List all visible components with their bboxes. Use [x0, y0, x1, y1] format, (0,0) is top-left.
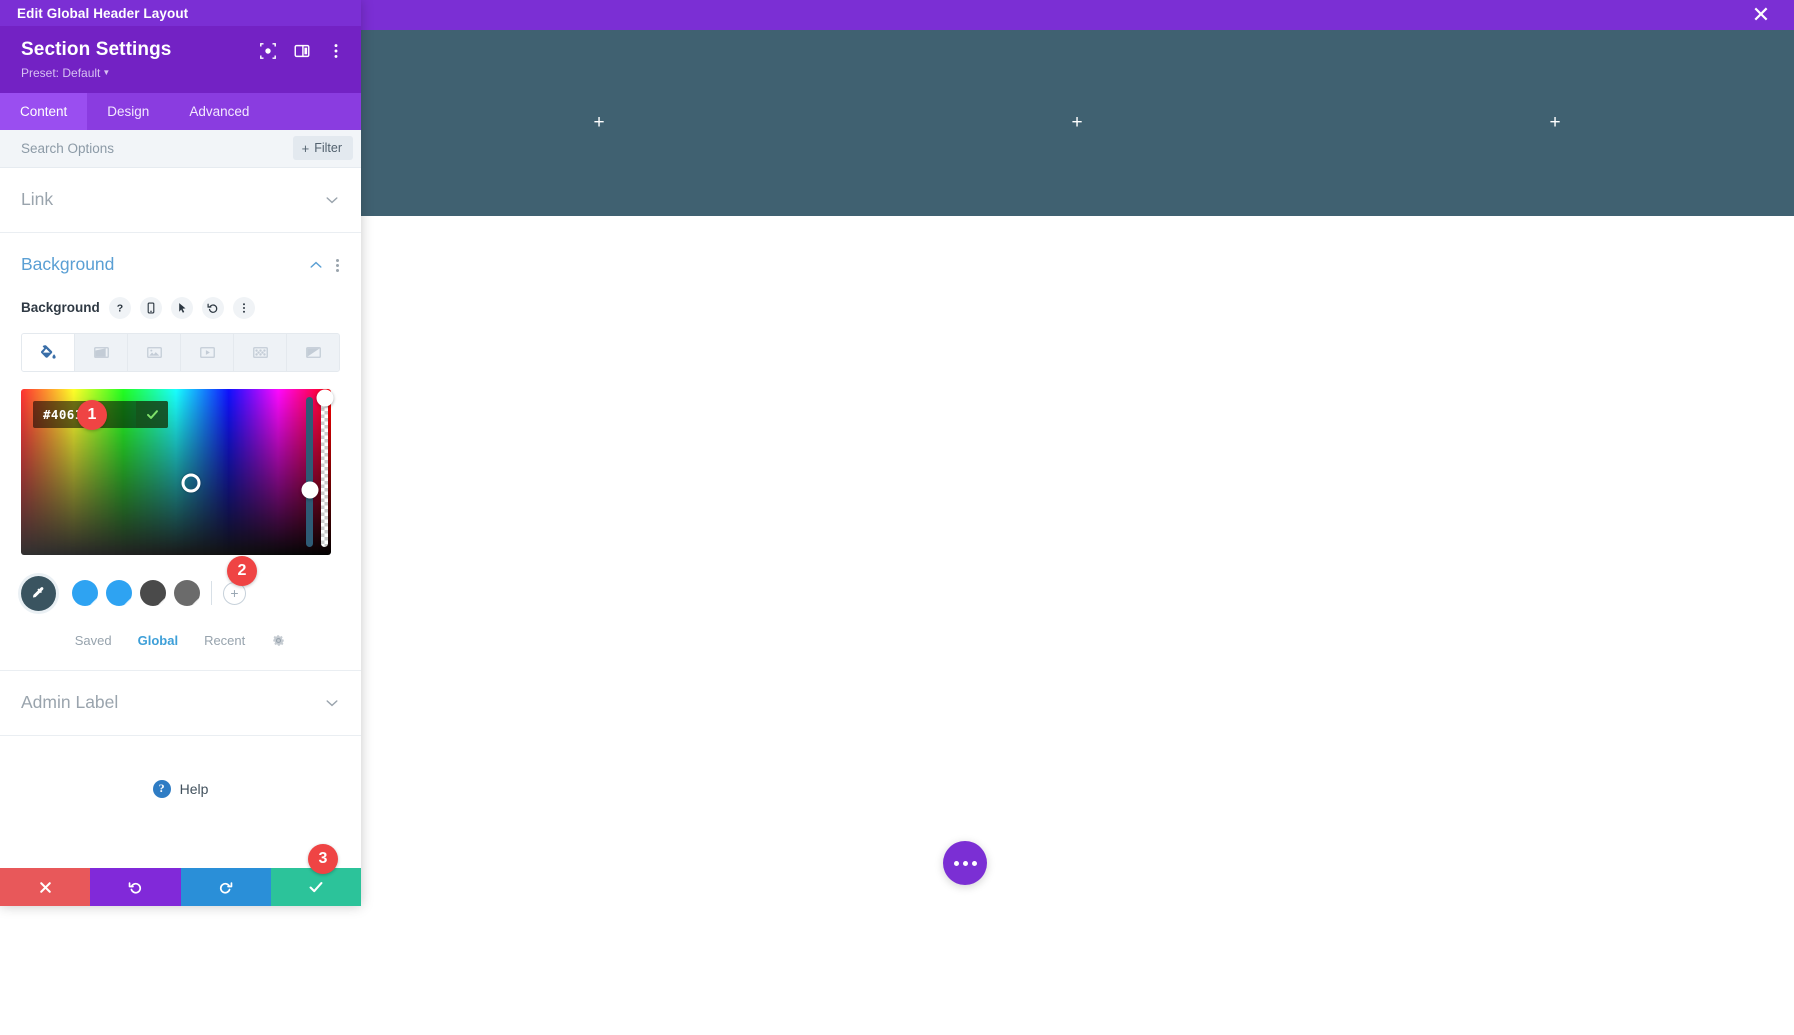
focus-target-icon[interactable]	[259, 42, 277, 60]
ellipsis-icon	[971, 860, 977, 866]
chevron-down-icon: ▼	[102, 67, 111, 77]
accordion-admin-label: Admin Label	[0, 671, 361, 736]
preview-column: +	[360, 30, 838, 216]
accordion-admin-label-header[interactable]: Admin Label	[21, 671, 340, 735]
color-swatch[interactable]	[174, 580, 200, 607]
panel-header-actions	[259, 42, 345, 60]
background-mask-tab[interactable]	[287, 333, 339, 371]
accordion-link-label: Link	[21, 189, 54, 210]
hue-slider-handle[interactable]	[301, 481, 318, 499]
accordion-background-body: Background ? #406171 + Saved Global Rece…	[21, 296, 340, 670]
alpha-slider-handle[interactable]	[316, 389, 333, 407]
divider	[211, 581, 212, 606]
close-builder-icon[interactable]: ✕	[1748, 2, 1774, 28]
alpha-slider[interactable]	[316, 389, 333, 547]
chevron-down-icon	[324, 192, 340, 208]
background-image-tab[interactable]	[128, 333, 181, 371]
ellipsis-icon	[962, 860, 968, 866]
chevron-down-icon	[324, 695, 340, 711]
search-input[interactable]	[21, 140, 293, 156]
hover-cursor-icon[interactable]	[170, 296, 193, 319]
discard-changes-button[interactable]	[0, 868, 91, 906]
palette-tabs: Saved Global Recent	[21, 633, 340, 648]
divi-builder-screen: ✕ + + + Edit Global Header Layout Sectio…	[0, 0, 1794, 1035]
preview-column: +	[838, 30, 1316, 216]
panel-action-bar	[0, 868, 361, 906]
panel-header: Section Settings Preset: Default ▼	[0, 26, 361, 93]
builder-menu-fab[interactable]	[943, 841, 987, 885]
accordion-background-controls	[308, 257, 340, 273]
settings-body: Link Background Background ? #406171 + S…	[0, 167, 361, 868]
step-marker-2: 2	[227, 556, 257, 586]
accordion-link-header[interactable]: Link	[21, 168, 340, 232]
add-module-icon[interactable]: +	[586, 110, 612, 136]
window-title: Edit Global Header Layout	[17, 5, 189, 21]
step-marker-3: 3	[308, 844, 338, 874]
ellipsis-icon	[953, 860, 959, 866]
palette-tab-recent[interactable]: Recent	[204, 633, 245, 648]
kebab-menu-icon[interactable]	[336, 257, 340, 273]
gear-icon[interactable]	[271, 633, 286, 648]
search-bar: + Filter	[0, 129, 361, 168]
hex-confirm-button[interactable]	[136, 400, 169, 428]
background-video-tab[interactable]	[181, 333, 234, 371]
step-marker-1: 1	[77, 400, 107, 430]
background-pattern-tab[interactable]	[234, 333, 287, 371]
accordion-background-label: Background	[21, 254, 115, 275]
tab-design[interactable]: Design	[87, 93, 169, 130]
color-swatch[interactable]	[140, 580, 166, 607]
help-button[interactable]: ? Help	[0, 736, 361, 798]
palette-tab-global[interactable]: Global	[138, 633, 178, 648]
chevron-up-icon[interactable]	[308, 257, 324, 273]
save-changes-button[interactable]	[270, 868, 361, 906]
tab-content[interactable]: Content	[0, 92, 88, 130]
help-icon: ?	[152, 779, 171, 798]
color-swatch[interactable]	[106, 580, 132, 607]
color-swatch[interactable]	[72, 580, 98, 607]
color-cursor-handle[interactable]	[181, 473, 201, 493]
accordion-background: Background Background ? #406171 + Saved …	[0, 233, 361, 671]
palette-tab-saved[interactable]: Saved	[75, 633, 112, 648]
accordion-background-header[interactable]: Background	[21, 233, 340, 297]
background-field-label: Background	[21, 300, 100, 316]
settings-tabs: Content Design Advanced	[0, 92, 361, 130]
background-gradient-tab[interactable]	[75, 333, 128, 371]
section-settings-panel: Edit Global Header Layout Section Settin…	[0, 0, 361, 906]
background-field-header: Background ?	[21, 296, 340, 319]
add-module-icon[interactable]: +	[1064, 110, 1090, 136]
color-picker: #406171	[21, 388, 340, 555]
preset-selector[interactable]: Preset: Default ▼	[21, 66, 347, 80]
color-swatch-row: +	[21, 575, 340, 611]
preview-column: +	[1316, 30, 1794, 216]
undo-button[interactable]	[90, 868, 181, 906]
kebab-menu-icon[interactable]	[327, 42, 345, 60]
hue-slider[interactable]	[301, 396, 318, 547]
help-label: Help	[179, 780, 209, 797]
eyedropper-icon[interactable]	[21, 575, 56, 611]
color-sliders	[301, 389, 333, 547]
accordion-link: Link	[0, 168, 361, 233]
help-icon[interactable]: ?	[108, 296, 131, 319]
reset-undo-icon[interactable]	[201, 296, 224, 319]
plus-icon: +	[301, 140, 310, 156]
filter-label: Filter	[314, 141, 342, 156]
kebab-menu-icon[interactable]	[232, 296, 255, 319]
background-color-tab[interactable]	[22, 333, 75, 371]
tab-advanced[interactable]: Advanced	[169, 93, 269, 130]
preset-label: Preset: Default	[21, 65, 101, 80]
panel-title-bar: Edit Global Header Layout	[0, 0, 361, 26]
svg-text:?: ?	[117, 302, 123, 314]
redo-button[interactable]	[180, 868, 271, 906]
filter-button[interactable]: + Filter	[292, 136, 353, 161]
background-type-tabs	[21, 332, 340, 372]
header-section-columns: + + +	[360, 30, 1794, 216]
accordion-admin-label-label: Admin Label	[21, 692, 119, 713]
panel-layout-icon[interactable]	[293, 42, 311, 60]
add-module-icon[interactable]: +	[1542, 110, 1568, 136]
responsive-mobile-icon[interactable]	[139, 296, 162, 319]
